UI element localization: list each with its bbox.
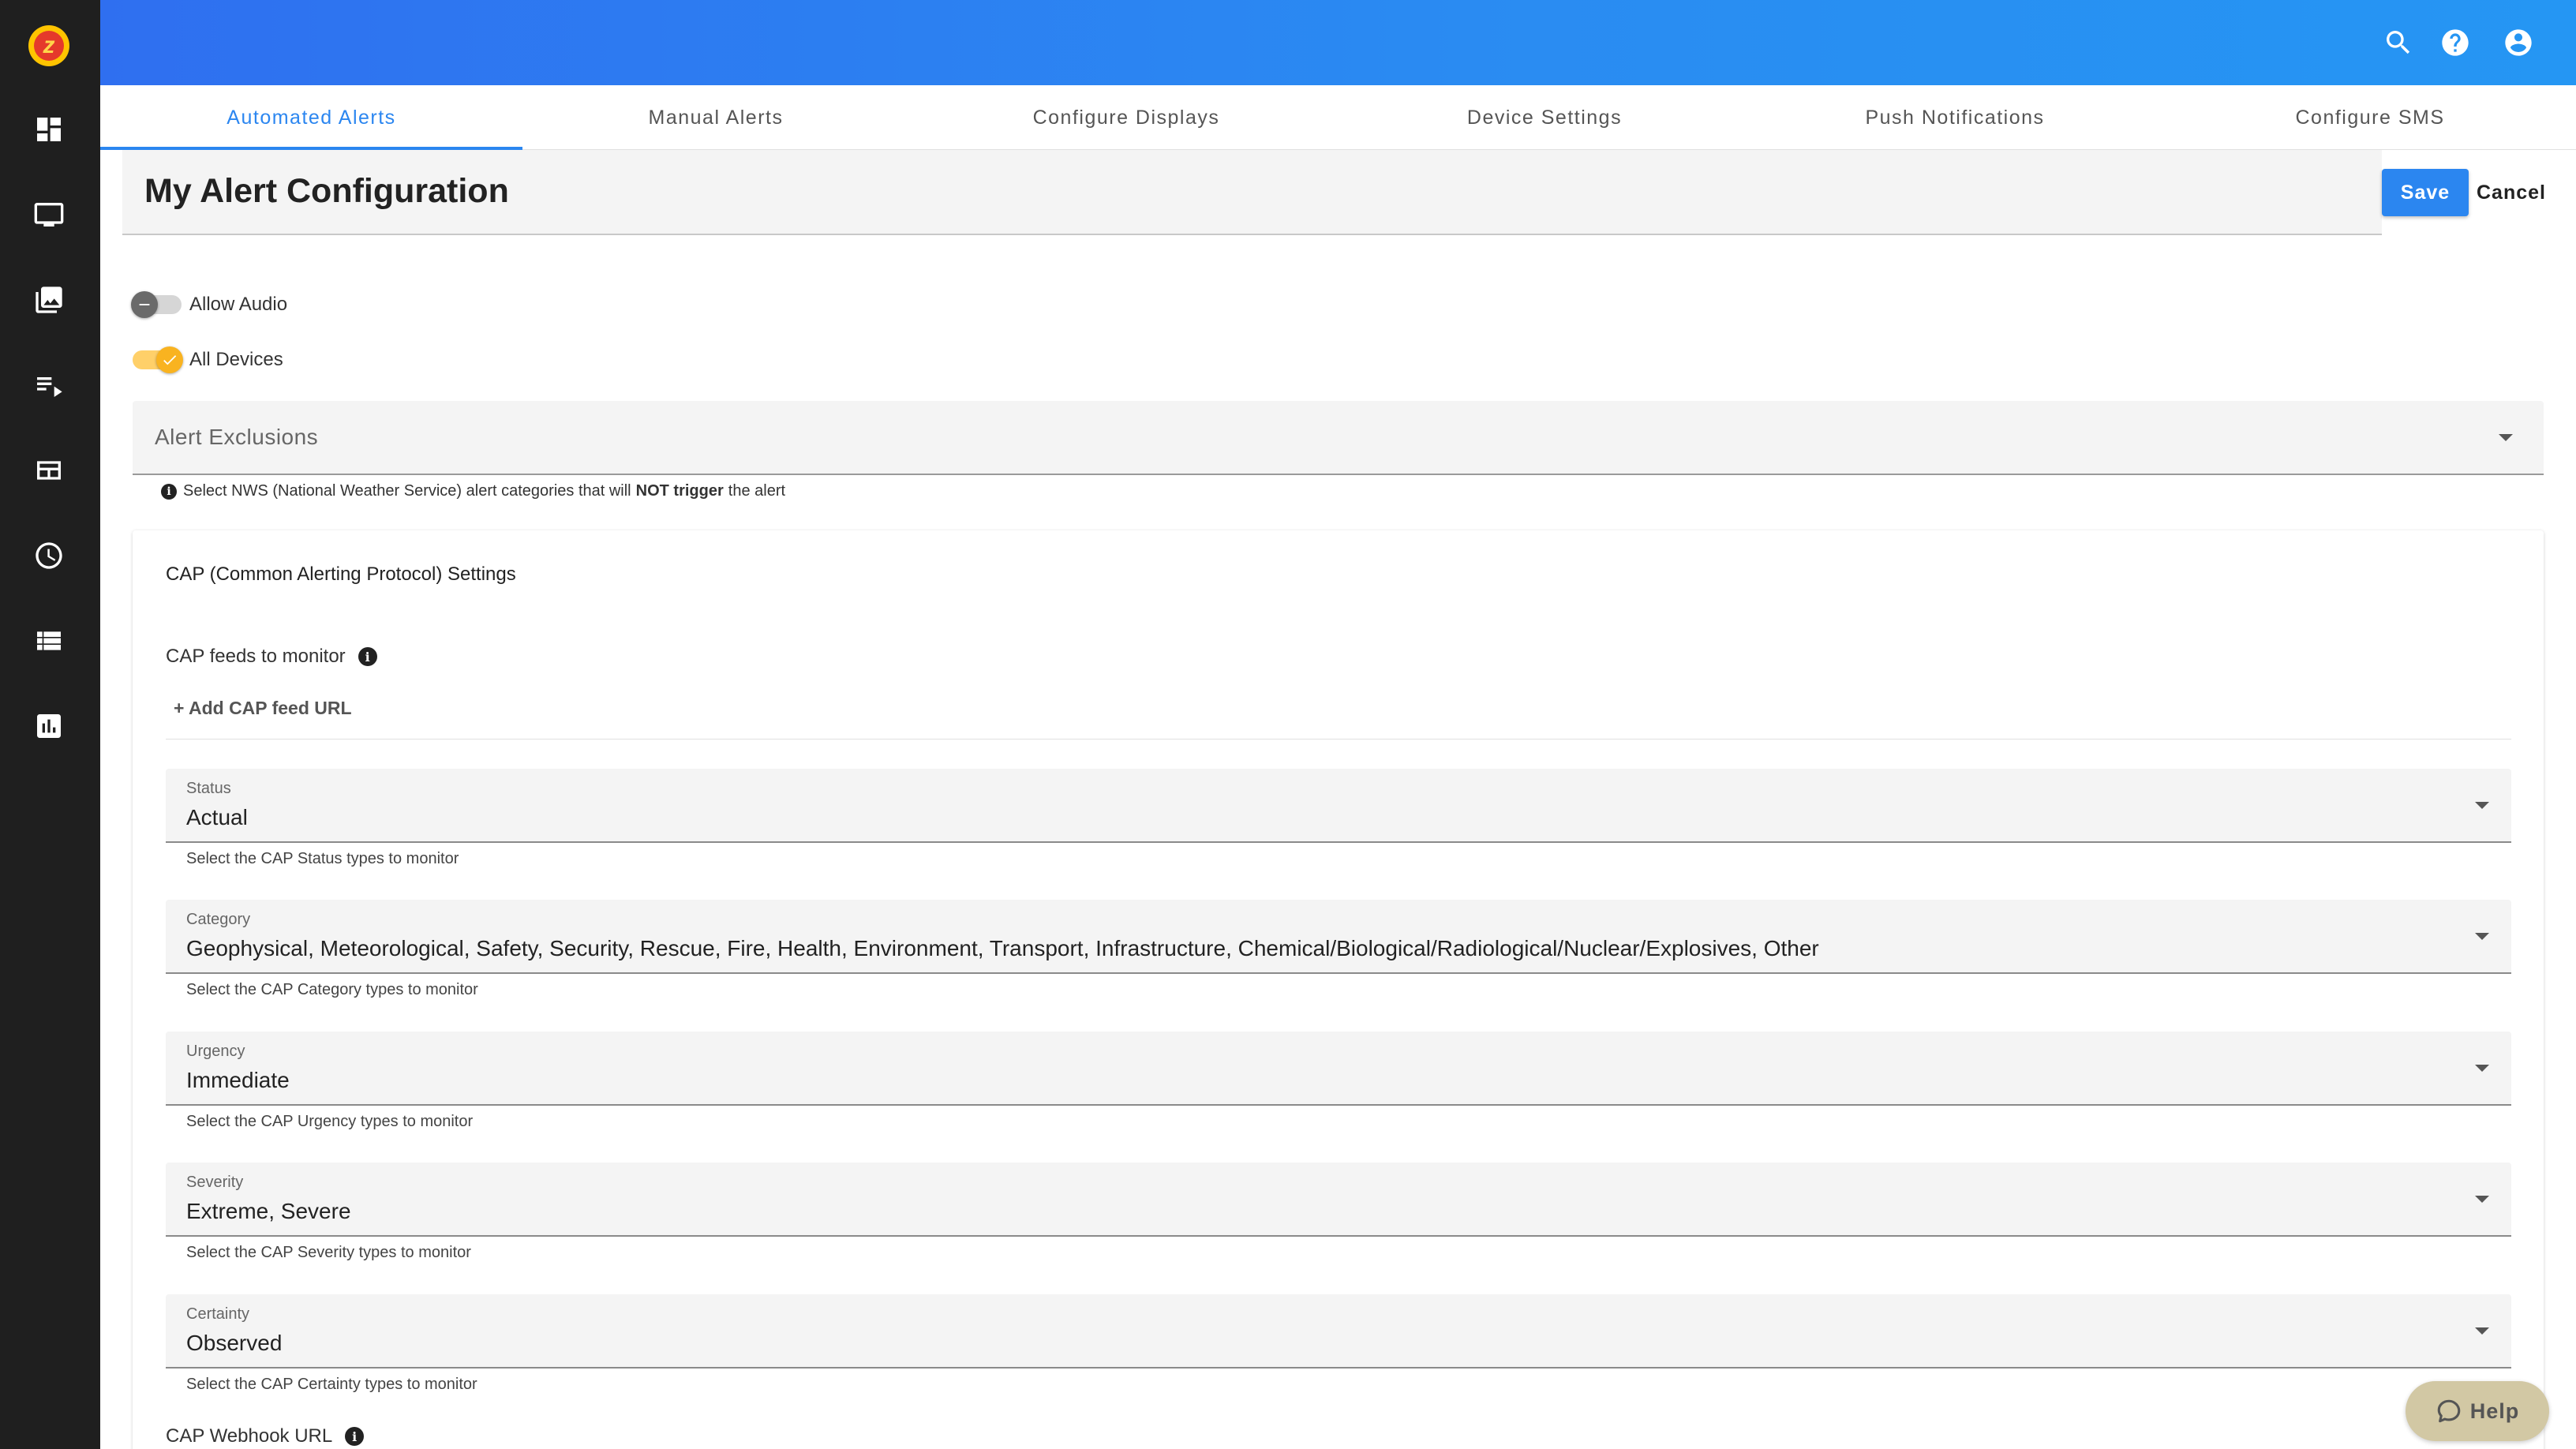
field-label: Severity: [186, 1174, 244, 1191]
field-label: Category: [186, 911, 251, 928]
tab-configure-displays[interactable]: Configure Displays: [909, 85, 1343, 150]
alert-exclusions-select[interactable]: Alert Exclusions: [133, 401, 2544, 475]
top-app-bar: [100, 0, 2576, 85]
sidebar-item-playlists[interactable]: [30, 366, 68, 404]
cancel-button[interactable]: Cancel: [2472, 169, 2551, 216]
cap-webhook-label: CAP Webhook URL: [166, 1425, 333, 1447]
account-circle-icon: [2505, 29, 2532, 56]
field-label: Certainty: [186, 1305, 250, 1323]
help-button[interactable]: [2436, 24, 2474, 62]
field-label: Status: [186, 780, 231, 797]
help-chat-button[interactable]: Help: [2406, 1381, 2549, 1441]
add-cap-feed-button[interactable]: + Add CAP feed URL: [174, 698, 352, 719]
hint-text-pre: Select NWS (National Weather Service) al…: [183, 482, 631, 500]
layout-icon: [37, 461, 61, 480]
media-library-icon: [36, 286, 62, 313]
toggle-knob: [131, 291, 158, 318]
field-value: Extreme, Severe: [186, 1199, 351, 1223]
logo-mark: z: [34, 31, 64, 61]
sidebar-item-dashboard[interactable]: [30, 110, 68, 148]
display-icon: [34, 203, 64, 227]
field-value: Immediate: [186, 1068, 290, 1092]
cap-status-hint: Select the CAP Status types to monitor: [186, 850, 459, 867]
check-icon: [163, 355, 177, 365]
tab-push-notifications[interactable]: Push Notifications: [1746, 85, 2164, 150]
analytics-chart-icon: [37, 714, 61, 738]
tab-manual-alerts[interactable]: Manual Alerts: [522, 85, 909, 150]
hint-text-bold: NOT trigger: [635, 482, 724, 500]
chevron-down-icon: [2499, 434, 2513, 441]
all-devices-toggle[interactable]: [133, 346, 183, 373]
all-devices-toggle-row: All Devices: [133, 344, 283, 376]
cap-category-hint: Select the CAP Category types to monitor: [186, 981, 478, 998]
cap-urgency-hint: Select the CAP Urgency types to monitor: [186, 1113, 474, 1130]
help-label: Help: [2469, 1398, 2520, 1423]
allow-audio-toggle-row: Allow Audio: [131, 289, 288, 320]
save-button[interactable]: Save: [2382, 169, 2469, 216]
search-button[interactable]: [2379, 24, 2417, 62]
chevron-down-icon: [2475, 802, 2489, 809]
toggle-knob: [156, 346, 183, 373]
info-icon: i: [161, 483, 177, 500]
schedule-clock-icon: [36, 542, 62, 569]
cap-certainty-select[interactable]: Certainty Observed: [166, 1294, 2511, 1368]
search-icon: [2387, 31, 2410, 54]
hint-text-post: the alert: [728, 482, 786, 500]
app-logo[interactable]: z: [28, 25, 69, 66]
cap-severity-hint: Select the CAP Severity types to monitor: [186, 1244, 471, 1261]
field-value: Geophysical, Meteorological, Safety, Sec…: [186, 936, 1819, 960]
sidebar-item-displays[interactable]: [30, 196, 68, 234]
field-label: Urgency: [186, 1043, 245, 1060]
help-circle-icon: [2442, 29, 2469, 56]
chevron-down-icon: [2475, 1327, 2489, 1335]
alert-exclusions-hint: i Select NWS (National Weather Service) …: [161, 482, 785, 500]
allow-audio-toggle[interactable]: [131, 291, 182, 318]
chevron-down-icon: [2475, 933, 2489, 940]
info-icon[interactable]: i: [345, 1427, 365, 1446]
dashboard-icon: [37, 118, 61, 141]
tab-automated-alerts[interactable]: Automated Alerts: [100, 85, 522, 150]
cap-settings-title: CAP (Common Alerting Protocol) Settings: [166, 564, 516, 585]
tab-bar: Automated Alerts Manual Alerts Configure…: [100, 85, 2576, 150]
info-icon[interactable]: i: [358, 647, 377, 666]
page-title: My Alert Configuration: [144, 172, 509, 210]
tab-device-settings[interactable]: Device Settings: [1343, 85, 1746, 150]
tab-configure-sms[interactable]: Configure SMS: [2164, 85, 2576, 150]
all-devices-label: All Devices: [189, 349, 283, 370]
cap-severity-select[interactable]: Severity Extreme, Severe: [166, 1163, 2511, 1237]
cap-feeds-heading: CAP feeds to monitor i: [166, 646, 384, 668]
account-button[interactable]: [2499, 24, 2537, 62]
sidebar-item-schedule[interactable]: [30, 537, 68, 575]
sidebar-item-media[interactable]: [30, 281, 68, 319]
allow-audio-label: Allow Audio: [189, 294, 288, 315]
alert-exclusions-label: Alert Exclusions: [155, 425, 319, 449]
sidebar-item-lists[interactable]: [30, 622, 68, 660]
cap-category-select[interactable]: Category Geophysical, Meteorological, Sa…: [166, 900, 2511, 974]
chevron-down-icon: [2475, 1065, 2489, 1072]
cap-urgency-select[interactable]: Urgency Immediate: [166, 1032, 2511, 1106]
minus-icon: [139, 304, 150, 305]
field-value: Observed: [186, 1331, 283, 1355]
chat-bubble-icon: [2437, 1399, 2461, 1423]
list-icon: [37, 631, 61, 650]
sidebar-item-layouts[interactable]: [30, 451, 68, 489]
cap-webhook-heading: CAP Webhook URL i: [166, 1425, 370, 1447]
chevron-down-icon: [2475, 1196, 2489, 1203]
sidebar: z: [0, 0, 100, 1449]
sidebar-item-analytics[interactable]: [30, 707, 68, 745]
field-value: Actual: [186, 805, 248, 829]
cap-feeds-label: CAP feeds to monitor: [166, 646, 346, 667]
cap-certainty-hint: Select the CAP Certainty types to monito…: [186, 1376, 477, 1393]
playlist-icon: [37, 377, 62, 397]
cap-status-select[interactable]: Status Actual: [166, 769, 2511, 843]
